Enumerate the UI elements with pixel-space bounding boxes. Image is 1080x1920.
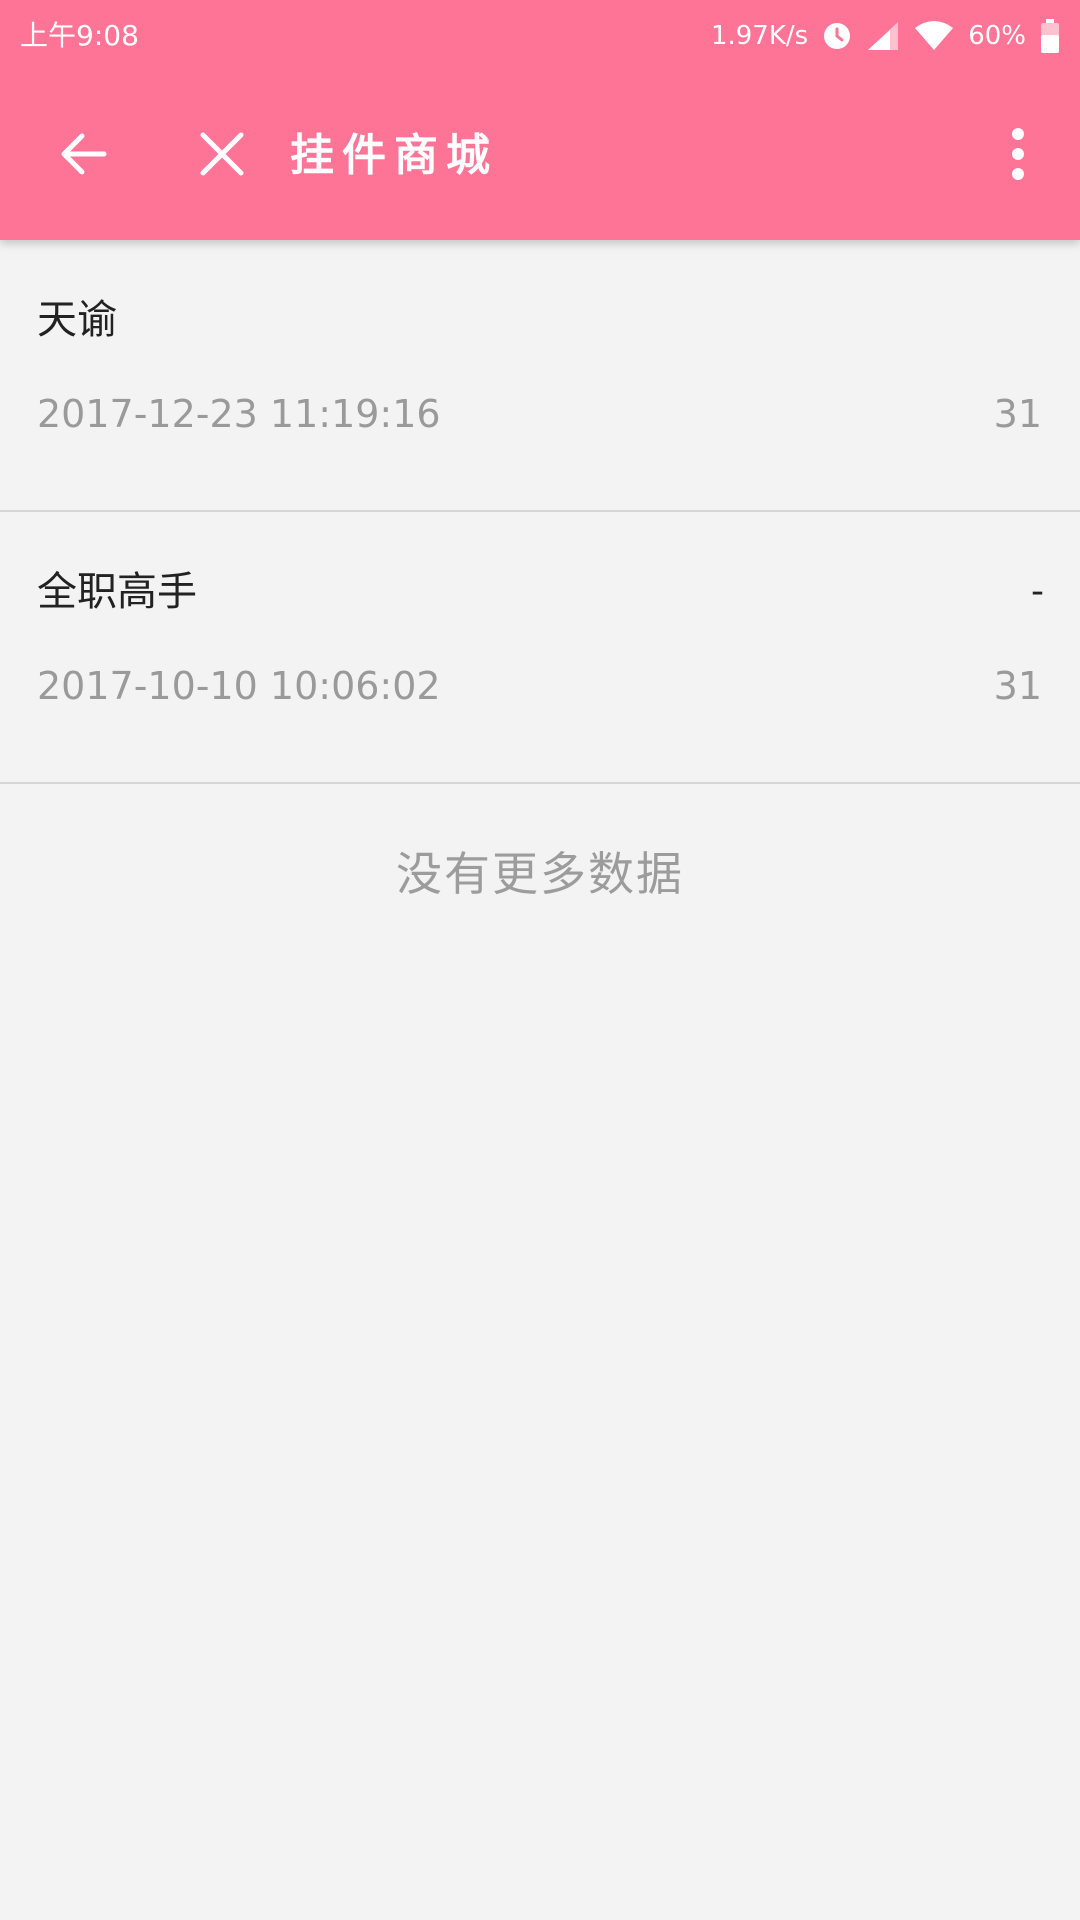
battery-icon [1040, 19, 1060, 53]
list-item[interactable]: 天谕 2017-12-23 11:19:16 31 [0, 240, 1080, 512]
list-item[interactable]: 全职高手 - 2017-10-10 10:06:02 31 [0, 512, 1080, 784]
network-speed: 1.97K/s [710, 21, 809, 51]
more-options-button[interactable] [974, 112, 1062, 200]
alarm-clock-icon [822, 21, 852, 51]
status-indicators: 1.97K/s 60% [711, 16, 1060, 56]
status-bar: 上午9:08 1.97K/s 60% [0, 0, 1080, 72]
item-extra: - [1031, 571, 1044, 612]
cell-signal-icon [866, 20, 900, 52]
app-bar: 上午9:08 1.97K/s 60% 挂件商城 [0, 0, 1080, 240]
item-name: 天谕 [37, 297, 117, 343]
item-date: 2017-10-10 10:06:02 [37, 664, 441, 708]
item-date: 2017-12-23 11:19:16 [37, 392, 441, 436]
more-vert-icon [1008, 126, 1028, 186]
no-more-data-label: 没有更多数据 [396, 847, 684, 901]
close-button[interactable] [178, 112, 266, 200]
toolbar: 挂件商城 [0, 72, 1080, 240]
pendant-list: 天谕 2017-12-23 11:19:16 31 全职高手 - 2017-10… [0, 240, 1080, 784]
item-count: 31 [993, 664, 1042, 708]
close-icon [197, 129, 247, 183]
wifi-icon [914, 20, 954, 52]
item-name: 全职高手 [37, 569, 197, 615]
arrow-left-icon [56, 126, 112, 186]
page-title: 挂件商城 [290, 130, 498, 181]
item-count: 31 [993, 392, 1042, 436]
battery-percent: 60% [968, 21, 1026, 51]
status-time: 上午9:08 [20, 19, 139, 52]
back-button[interactable] [40, 112, 128, 200]
